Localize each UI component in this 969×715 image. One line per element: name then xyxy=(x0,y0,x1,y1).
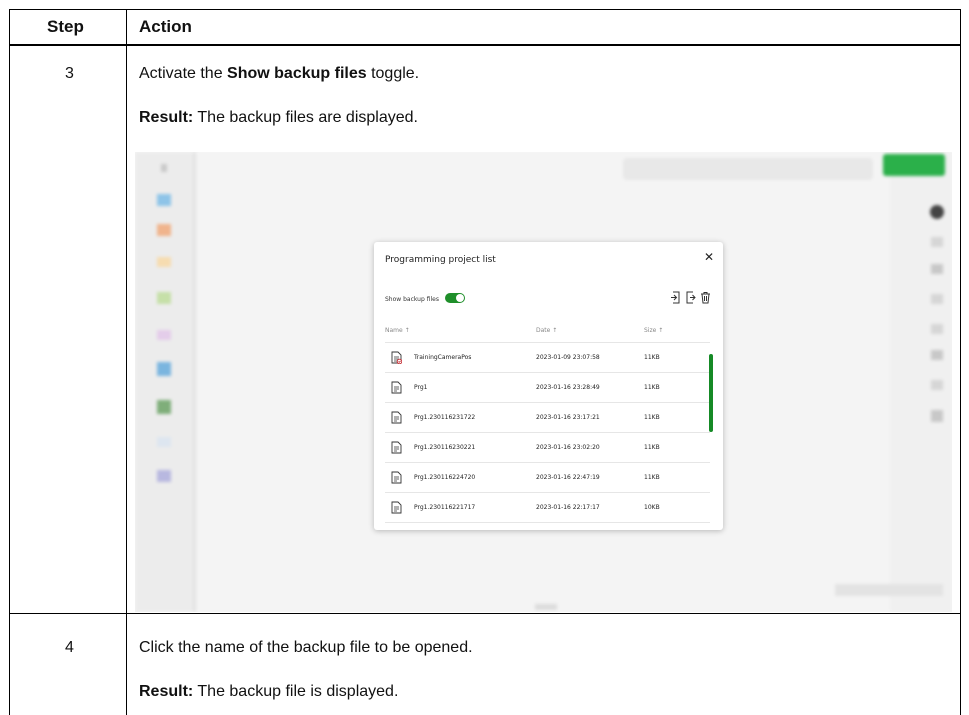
programming-project-list-dialog: Programming project list ✕ Show backup f… xyxy=(374,242,723,530)
file-icon xyxy=(391,441,402,454)
file-icon xyxy=(391,411,402,424)
result-text: The backup files are displayed. xyxy=(193,109,418,126)
file-row[interactable]: Prg1 2023-01-16 23:28:49 11KB xyxy=(385,373,710,403)
file-date: 2023-01-16 23:17:21 xyxy=(536,414,600,421)
instruction-step-4: Click the name of the backup file to be … xyxy=(139,639,473,656)
column-size-header[interactable]: Size ↑ xyxy=(644,327,663,334)
file-size: 11KB xyxy=(644,444,660,451)
export-icon[interactable] xyxy=(685,291,696,304)
file-name[interactable]: Prg1.230116224720 xyxy=(414,474,475,481)
file-row[interactable]: Prg1.230116231722 2023-01-16 23:17:21 11KB xyxy=(385,403,710,433)
step-number-4: 4 xyxy=(65,639,74,656)
file-name[interactable]: TrainingCameraPos xyxy=(414,354,471,361)
file-date: 2023-01-16 22:47:19 xyxy=(536,474,600,481)
file-name[interactable]: Prg1.230116221717 xyxy=(414,504,475,511)
file-date: 2023-01-09 23:07:58 xyxy=(536,354,600,361)
file-size: 11KB xyxy=(644,384,660,391)
column-name-header[interactable]: Name ↑ xyxy=(385,327,410,334)
trash-icon[interactable] xyxy=(700,291,711,304)
table-border-left xyxy=(9,9,10,715)
instruction-step-3: Activate the Show backup files toggle. xyxy=(139,65,419,83)
table-header-divider xyxy=(9,44,961,46)
file-size: 11KB xyxy=(644,414,660,421)
table-border-top xyxy=(9,9,961,10)
show-backup-files-toggle[interactable] xyxy=(445,293,465,303)
file-row[interactable]: Prg1.230116221717 2023-01-16 22:17:17 10KB xyxy=(385,493,710,523)
file-date: 2023-01-16 22:17:17 xyxy=(536,504,600,511)
file-checked-icon xyxy=(391,351,402,364)
file-icon xyxy=(391,501,402,514)
result-step-3: Result: The backup files are displayed. xyxy=(139,109,418,127)
file-name[interactable]: Prg1 xyxy=(414,384,428,391)
file-row[interactable]: TrainingCameraPos 2023-01-09 23:07:58 11KB xyxy=(385,343,710,373)
instruction-text-end: toggle. xyxy=(366,65,420,82)
app-screenshot: Programming project list ✕ Show backup f… xyxy=(135,152,952,612)
file-size: 11KB xyxy=(644,354,660,361)
table-border-right xyxy=(960,9,961,715)
file-name[interactable]: Prg1.230116230221 xyxy=(414,444,475,451)
header-action: Action xyxy=(139,17,192,36)
file-size: 11KB xyxy=(644,474,660,481)
close-icon[interactable]: ✕ xyxy=(704,251,714,263)
file-icon xyxy=(391,471,402,484)
table-column-divider xyxy=(126,9,127,715)
show-backup-files-label: Show backup files xyxy=(385,296,439,303)
file-icon xyxy=(391,381,402,394)
file-date: 2023-01-16 23:28:49 xyxy=(536,384,600,391)
table-row-divider xyxy=(9,613,961,614)
file-row[interactable]: Prg1.230116224720 2023-01-16 22:47:19 11KB xyxy=(385,463,710,493)
toggle-knob xyxy=(456,294,464,302)
column-date-header[interactable]: Date ↑ xyxy=(536,327,557,334)
instruction-text: Activate the xyxy=(139,65,228,82)
scrollbar[interactable] xyxy=(709,354,713,432)
file-date: 2023-01-16 23:02:20 xyxy=(536,444,600,451)
import-icon[interactable] xyxy=(670,291,681,304)
result-label: Result: xyxy=(139,683,194,700)
dialog-title: Programming project list xyxy=(385,255,496,265)
file-row[interactable]: Prg1.230116230221 2023-01-16 23:02:20 11KB xyxy=(385,433,710,463)
toggle-name-emphasis: Show backup files xyxy=(227,65,367,82)
file-name[interactable]: Prg1.230116231722 xyxy=(414,414,475,421)
step-number-3: 3 xyxy=(65,65,74,82)
result-label: Result: xyxy=(139,109,194,126)
header-step: Step xyxy=(47,17,84,36)
result-text: The backup file is displayed. xyxy=(193,683,399,700)
file-size: 10KB xyxy=(644,504,660,511)
result-step-4: Result: The backup file is displayed. xyxy=(139,683,398,701)
